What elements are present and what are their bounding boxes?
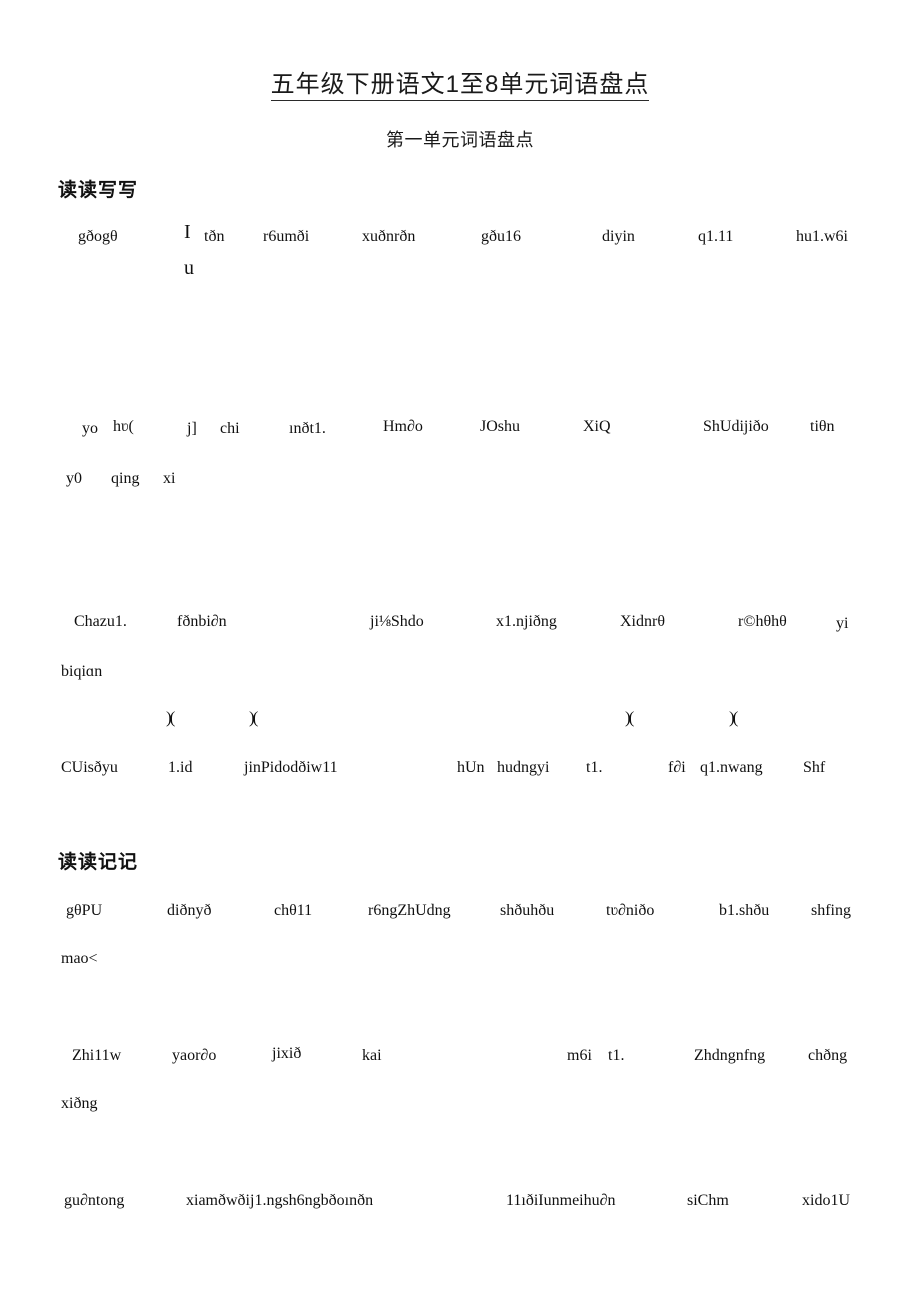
document-subtitle: 第一单元词语盘点 <box>386 130 534 150</box>
word-token: y0 <box>66 470 82 487</box>
blank-parentheses: )( <box>249 708 258 727</box>
word-token: gðu16 <box>481 228 521 245</box>
word-token: kai <box>362 1047 382 1064</box>
word-token: Hm∂o <box>383 418 423 435</box>
word-token: m6i <box>567 1047 592 1064</box>
word-token: ShUdijiðo <box>703 418 769 435</box>
word-token: Zhdngnfng <box>694 1047 766 1064</box>
word-token: b1.shðu <box>719 902 770 919</box>
word-token: chθ11 <box>274 902 313 919</box>
document-title-text: 五年级下册语文1至8单元词语盘点 <box>270 71 650 101</box>
word-token: xuðnrðn <box>362 228 416 245</box>
document-page: 五年级下册语文1至8单元词语盘点 第一单元词语盘点 读读写写 读读记记 gðog… <box>0 0 920 1301</box>
word-token: ınðt1. <box>289 420 326 437</box>
word-token: Chazu1. <box>74 613 127 630</box>
word-token: chi <box>220 420 240 437</box>
word-token: Zhi11w <box>72 1047 122 1064</box>
word-token: qing <box>111 470 140 487</box>
word-token: gu∂ntong <box>64 1192 125 1209</box>
blank-parentheses: )( <box>729 708 738 727</box>
word-token: r6umði <box>263 228 310 245</box>
word-token: yaor∂o <box>172 1047 217 1064</box>
word-token: xido1U <box>802 1192 850 1209</box>
word-token: j] <box>187 420 197 437</box>
word-token: biqiɑn <box>61 663 103 680</box>
word-token: siChm <box>687 1192 729 1209</box>
word-token: x1.njiðng <box>496 613 557 630</box>
word-token: xi <box>163 470 176 487</box>
word-token: I <box>184 221 191 243</box>
word-token: q1.nwang <box>700 759 763 776</box>
word-token: gθPU <box>66 902 103 919</box>
word-token: hu1.w6i <box>796 228 848 245</box>
word-token: yo <box>82 420 98 437</box>
word-token: mao< <box>61 950 98 967</box>
word-token: tðn <box>204 228 225 245</box>
word-token: diyin <box>602 228 635 245</box>
word-token: hudngyi <box>497 759 550 776</box>
section-heading-dudujiji: 读读记记 <box>58 852 139 873</box>
word-token: xiamðwðij1.ngsh6ngbðoınðn <box>186 1192 374 1209</box>
word-token: XiQ <box>583 418 611 435</box>
word-token: xiðng <box>61 1095 98 1112</box>
word-token: hʋ( <box>113 418 134 435</box>
word-token: diðnyð <box>167 902 212 919</box>
word-token: jixið <box>272 1045 302 1062</box>
word-token: q1.11 <box>698 228 734 245</box>
word-token: Xidnrθ <box>620 613 665 630</box>
word-token: JOshu <box>480 418 521 435</box>
word-token: shðuhðu <box>500 902 555 919</box>
word-token: 1.id <box>168 759 193 776</box>
word-token: t1. <box>586 759 603 776</box>
blank-parentheses: )( <box>166 708 175 727</box>
blank-parentheses: )( <box>625 708 634 727</box>
word-token: Shf <box>803 759 826 776</box>
word-token: hUn <box>457 759 485 776</box>
word-token: u <box>184 257 194 279</box>
word-token: CUisðyu <box>61 759 118 776</box>
word-token: shfing <box>811 902 851 919</box>
section-heading-duduxiexie: 读读写写 <box>58 180 139 201</box>
word-token: 11ıðiIunmeihu∂n <box>506 1192 616 1209</box>
word-token: tʋ∂niðo <box>606 902 655 919</box>
word-token: chðng <box>808 1047 848 1064</box>
word-token: yi <box>836 615 849 632</box>
word-token: fðnbi∂n <box>177 613 227 630</box>
word-token: ji⅛Shdo <box>370 613 424 630</box>
word-token: f∂i <box>668 759 686 776</box>
word-token: r6ngZhUdng <box>368 902 451 919</box>
word-token: r©hθhθ <box>738 613 787 630</box>
word-token: jinPidodðiw11 <box>244 759 338 776</box>
document-title: 五年级下册语文1至8单元词语盘点 <box>0 68 920 102</box>
word-token: t1. <box>608 1047 625 1064</box>
word-token: gðogθ <box>78 228 118 245</box>
word-token: tiθn <box>810 418 835 435</box>
